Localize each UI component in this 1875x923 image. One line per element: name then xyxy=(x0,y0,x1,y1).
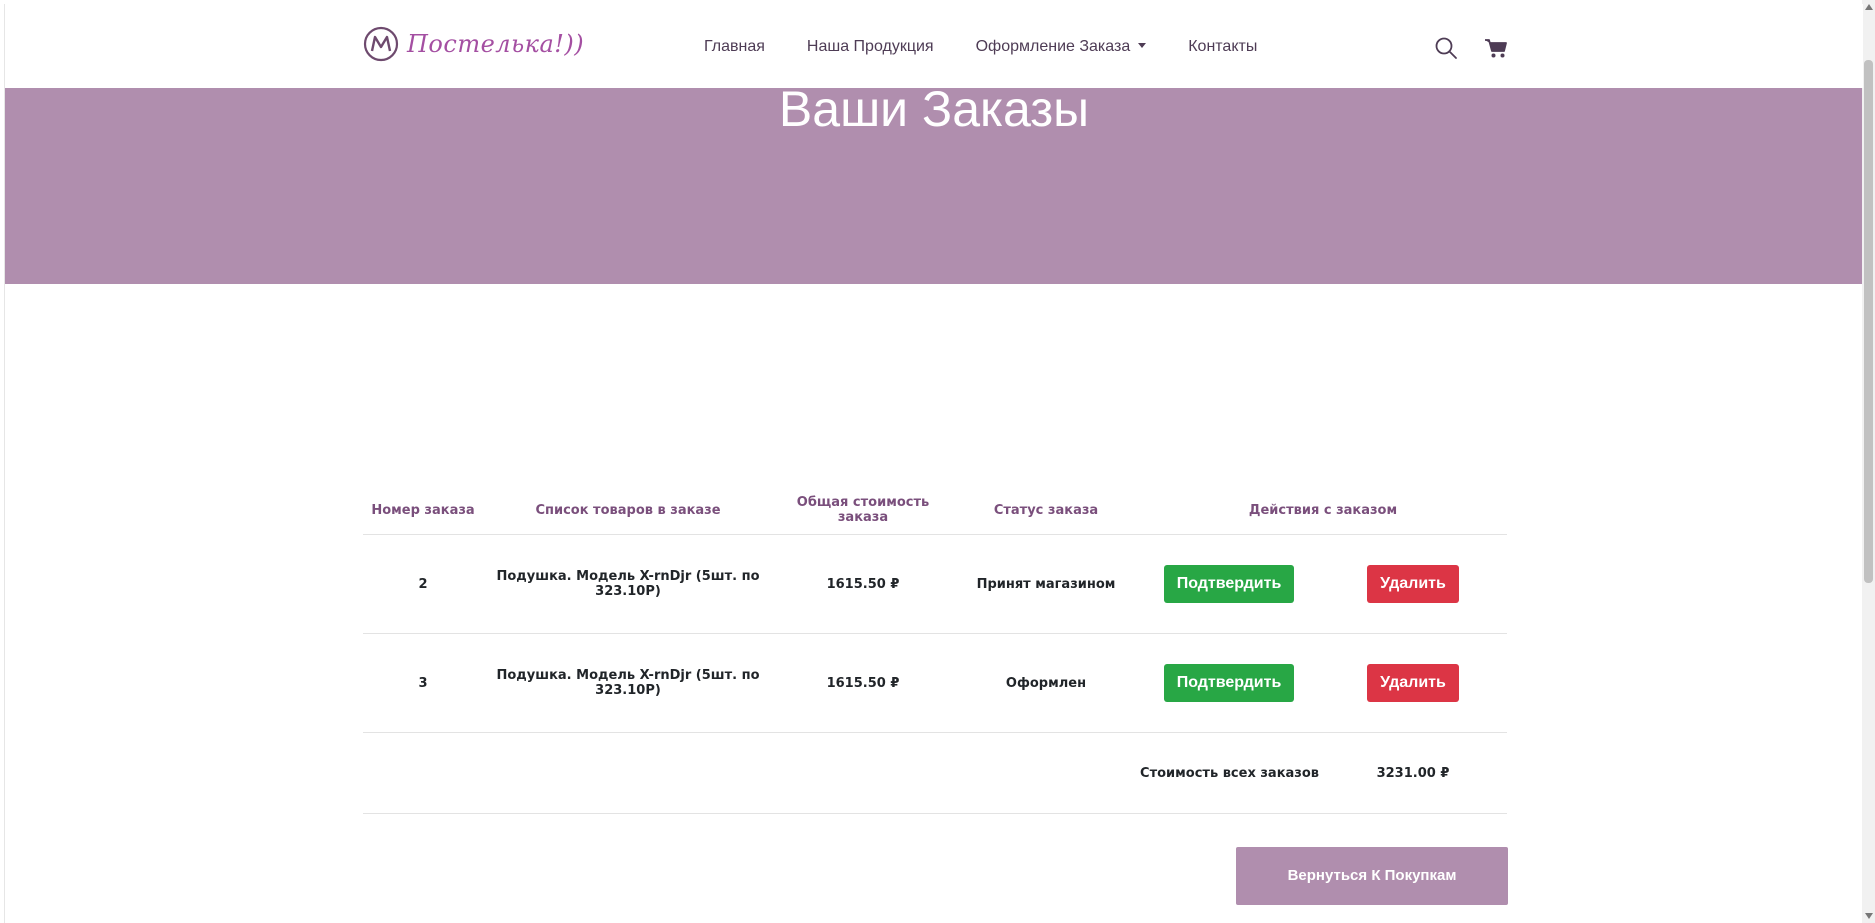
brand-name: Постелька!)) xyxy=(407,30,585,58)
nav-icons xyxy=(1433,35,1509,61)
nav-link-home[interactable]: Главная xyxy=(704,38,765,56)
total-value: 3231.00 ₽ xyxy=(1319,732,1507,814)
order-total: 1615.50 ₽ xyxy=(773,534,953,634)
confirm-cell: Подтвердить xyxy=(1139,633,1319,733)
table-row: 2 Подушка. Модель X-rnDjr (5шт. по 323.1… xyxy=(363,534,1507,634)
delete-cell: Удалить xyxy=(1319,534,1507,634)
order-total: 1615.50 ₽ xyxy=(773,633,953,733)
order-items: Подушка. Модель X-rnDjr (5шт. по 323.10Р… xyxy=(483,633,773,733)
header-actions: Действия с заказом xyxy=(1139,486,1507,535)
nav-link-checkout-dropdown[interactable]: Оформление Заказа xyxy=(976,38,1147,56)
order-items: Подушка. Модель X-rnDjr (5шт. по 323.10Р… xyxy=(483,534,773,634)
page-title: Ваши Заказы xyxy=(778,81,1090,137)
total-row: Стоимость всех заказов 3231.00 ₽ xyxy=(363,732,1507,814)
nav-link-products[interactable]: Наша Продукция xyxy=(807,38,934,56)
header-items: Список товаров в заказе xyxy=(483,486,773,535)
confirm-button[interactable]: Подтвердить xyxy=(1163,565,1295,603)
search-icon[interactable] xyxy=(1433,35,1459,61)
logo-mark-icon xyxy=(363,26,399,62)
delete-cell: Удалить xyxy=(1319,633,1507,733)
order-status: Принят магазином xyxy=(953,534,1139,634)
order-number: 2 xyxy=(363,534,483,634)
hero-banner: Ваши Заказы xyxy=(5,81,1863,284)
orders-table: Номер заказа Список товаров в заказе Общ… xyxy=(363,486,1507,814)
nav-menu: Главная Наша Продукция Оформление Заказа… xyxy=(704,38,1299,56)
page: Постелька!)) Главная Наша Продукция Офор… xyxy=(4,4,1863,923)
scroll-down-arrow-icon[interactable] xyxy=(1865,913,1873,919)
order-number: 3 xyxy=(363,633,483,733)
scroll-up-arrow-icon[interactable] xyxy=(1865,4,1873,10)
delete-button[interactable]: Удалить xyxy=(1367,565,1459,603)
cart-icon[interactable] xyxy=(1483,35,1509,61)
confirm-button[interactable]: Подтвердить xyxy=(1163,664,1295,702)
back-to-shopping-button[interactable]: Вернуться К Покупкам xyxy=(1236,847,1508,905)
table-row: 3 Подушка. Модель X-rnDjr (5шт. по 323.1… xyxy=(363,633,1507,733)
confirm-cell: Подтвердить xyxy=(1139,534,1319,634)
header-total: Общая стоимость заказа xyxy=(773,486,953,535)
navbar: Постелька!)) Главная Наша Продукция Офор… xyxy=(5,4,1863,88)
table-header-row: Номер заказа Список товаров в заказе Общ… xyxy=(363,486,1507,535)
scroll-thumb[interactable] xyxy=(1864,60,1873,583)
header-status: Статус заказа xyxy=(953,486,1139,535)
total-label: Стоимость всех заказов xyxy=(1139,732,1319,814)
delete-button[interactable]: Удалить xyxy=(1367,664,1459,702)
header-order-number: Номер заказа xyxy=(363,486,483,535)
brand-logo[interactable]: Постелька!)) xyxy=(363,26,584,62)
orders-table-container: Номер заказа Список товаров в заказе Общ… xyxy=(363,486,1507,814)
nav-link-contacts[interactable]: Контакты xyxy=(1188,38,1257,56)
order-status: Оформлен xyxy=(953,633,1139,733)
scrollbar[interactable] xyxy=(1862,0,1875,923)
